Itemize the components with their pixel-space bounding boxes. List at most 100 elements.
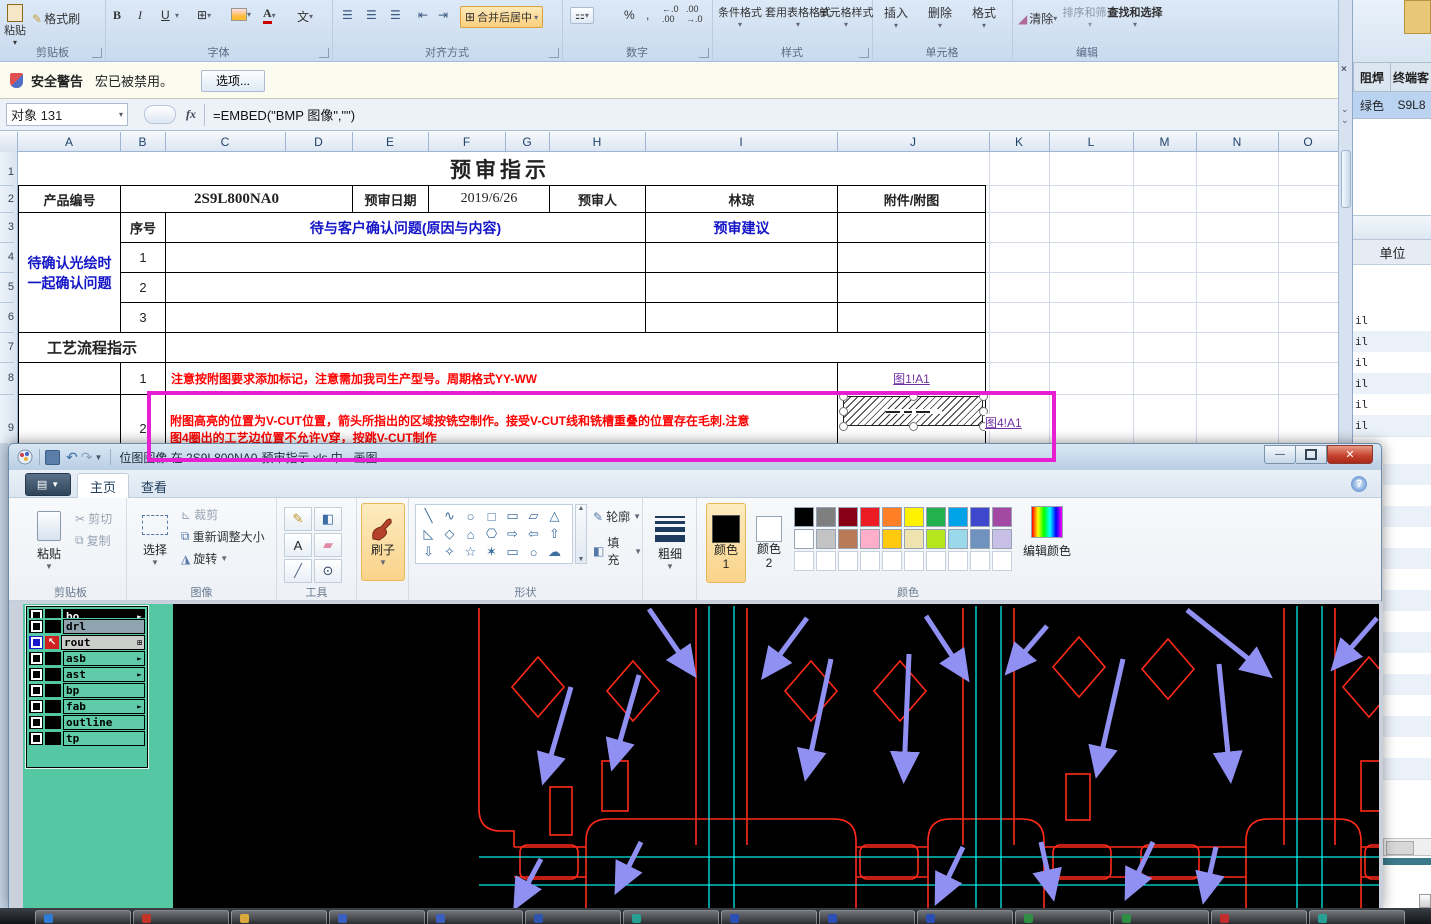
security-options-button[interactable]: 选项... (201, 69, 266, 92)
conditional-format-button[interactable]: 条件格式 ▾ (718, 4, 762, 29)
palette-empty-4[interactable] (882, 551, 902, 571)
palette-swatch-13[interactable] (860, 529, 880, 549)
close-pane-icon[interactable]: × (1341, 64, 1347, 75)
layer-label-fab[interactable]: fab ► (63, 699, 145, 714)
layer-visibility-checkbox[interactable] (29, 620, 43, 633)
question-row-2[interactable] (165, 272, 646, 303)
palette-swatch-4[interactable] (882, 507, 902, 527)
taskbar-button-6[interactable] (623, 910, 719, 924)
palette-swatch-14[interactable] (882, 529, 902, 549)
row-header-8[interactable]: 8 (0, 362, 14, 395)
underline-dropdown[interactable]: ▾ (175, 11, 179, 20)
row-header-5[interactable]: 5 (0, 272, 14, 303)
clear-button[interactable]: ◢ 清除 ▾ (1018, 10, 1057, 27)
taskbar-button-3[interactable] (329, 910, 425, 924)
close-button[interactable]: ✕ (1327, 444, 1373, 464)
layer-row-ast[interactable]: ast ► (29, 667, 145, 682)
size-button[interactable]: 粗细 ▼ (649, 506, 691, 578)
taskbar-button-8[interactable] (819, 910, 915, 924)
shape-icon-9[interactable]: ⌂ (460, 525, 481, 543)
seq-3-cell[interactable]: 3 (120, 302, 166, 333)
alignment-dialog-launcher[interactable] (549, 48, 559, 58)
palette-swatch-1[interactable] (816, 507, 836, 527)
palette-swatch-0[interactable] (794, 507, 814, 527)
bg-hscrollbar[interactable] (1383, 838, 1431, 856)
palette-swatch-19[interactable] (992, 529, 1012, 549)
reviewer-label-cell[interactable]: 预审人 (549, 185, 646, 213)
layer-row-outline[interactable]: outline (29, 715, 145, 730)
row-header-7[interactable]: 7 (0, 332, 14, 363)
text-icon[interactable]: A (284, 533, 312, 557)
format-painter-button[interactable]: ✎ 格式刷 (32, 10, 80, 27)
layer-row-fab[interactable]: fab ► (29, 699, 145, 714)
taskbar-button-9[interactable] (917, 910, 1013, 924)
palette-swatch-3[interactable] (860, 507, 880, 527)
process-label-cell[interactable]: 工艺流程指示 (18, 332, 166, 363)
redo-icon[interactable]: ↷ (81, 449, 93, 466)
color1-button[interactable]: 颜色1 (706, 503, 746, 583)
row-header-6[interactable]: 6 (0, 302, 14, 333)
layer-row-rout[interactable]: ↖ rout ⊞ (29, 635, 145, 650)
color2-button[interactable]: 颜色2 (750, 503, 788, 583)
attachment-label-cell[interactable]: 附件/附图 (837, 185, 986, 213)
palette-swatch-18[interactable] (970, 529, 990, 549)
layer-label-tp[interactable]: tp (63, 731, 145, 746)
taskbar-button-7[interactable] (721, 910, 817, 924)
palette-swatch-17[interactable] (948, 529, 968, 549)
shape-icon-19[interactable]: ○ (523, 543, 544, 561)
paint-copy-button[interactable]: ⧉ 复制 (75, 532, 111, 549)
shape-icon-4[interactable]: ▭ (502, 507, 523, 525)
palette-empty-2[interactable] (838, 551, 858, 571)
shape-icon-13[interactable]: ⇧ (544, 525, 565, 543)
shapes-gallery[interactable]: ╲ ∿ ○ □ ▭ ▱ △ ◺ ◇ ⌂ ⎔ ⇨ ⇦ ⇧ ⇩ ✧ ☆ ✶ ▭ ○ ☁ (415, 504, 573, 564)
shapes-scrollbar[interactable]: ▲ ▼ (575, 504, 587, 564)
palette-swatch-9[interactable] (992, 507, 1012, 527)
layer-label-drl[interactable]: drl (63, 619, 145, 634)
bold-button[interactable]: B (113, 8, 121, 23)
shape-icon-20[interactable]: ☁ (544, 543, 565, 561)
date-value-cell[interactable]: 2019/6/26 (428, 185, 550, 213)
palette-swatch-12[interactable] (838, 529, 858, 549)
paint-canvas-image[interactable] (173, 604, 1379, 909)
palette-empty-0[interactable] (794, 551, 814, 571)
paint-resize-button[interactable]: ⧉ 重新调整大小 (181, 528, 265, 545)
column-header-A[interactable]: A (18, 132, 121, 152)
side-note-cell[interactable]: 待确认光绘时一起确认问题 (18, 212, 121, 333)
shape-icon-0[interactable]: ╲ (418, 507, 439, 525)
row-header-2[interactable]: 2 (0, 185, 14, 213)
font-dialog-launcher[interactable] (319, 48, 329, 58)
paint-paste-button[interactable]: 粘贴 ▼ (27, 504, 71, 578)
suggestion-header-cell[interactable]: 预审建议 (645, 212, 838, 243)
vertical-scrollbar[interactable] (1341, 150, 1351, 208)
picker-icon[interactable]: ╱ (284, 559, 312, 583)
help-icon[interactable]: ? (1351, 476, 1367, 492)
taskbar-button-10[interactable] (1015, 910, 1111, 924)
layer-visibility-checkbox[interactable] (29, 609, 43, 618)
palette-empty-7[interactable] (948, 551, 968, 571)
clipboard-dialog-launcher[interactable] (92, 48, 102, 58)
palette-empty-9[interactable] (992, 551, 1012, 571)
seq-1-cell[interactable]: 1 (120, 242, 166, 273)
column-header-G[interactable]: G (505, 132, 550, 152)
taskbar-button-11[interactable] (1113, 910, 1209, 924)
formula-text[interactable]: =EMBED("BMP 图像","") (213, 105, 355, 124)
figure1-link[interactable]: 图1!A1 (893, 370, 930, 387)
shape-icon-12[interactable]: ⇦ (523, 525, 544, 543)
paint-file-button[interactable]: ▤ ▼ (25, 473, 71, 496)
font-color-icon[interactable]: A ▾ (263, 6, 276, 24)
shape-icon-16[interactable]: ☆ (460, 543, 481, 561)
shape-icon-17[interactable]: ✶ (481, 543, 502, 561)
delete-cells-button[interactable]: 删除 ▾ (928, 4, 952, 30)
palette-swatch-5[interactable] (904, 507, 924, 527)
column-header-C[interactable]: C (165, 132, 286, 152)
find-select-button[interactable]: 查找和选择 ▾ (1108, 4, 1163, 29)
name-box-dropdown-icon[interactable]: ▾ (119, 110, 123, 119)
column-header-M[interactable]: M (1133, 132, 1197, 152)
palette-swatch-16[interactable] (926, 529, 946, 549)
phonetic-icon[interactable]: 文 ▾ (297, 8, 313, 25)
minimize-button[interactable]: — (1264, 444, 1296, 464)
shape-icon-18[interactable]: ▭ (502, 543, 523, 561)
brushes-button[interactable]: 刷子 ▼ (361, 503, 405, 581)
product-label-cell[interactable]: 产品编号 (18, 185, 121, 213)
column-header-E[interactable]: E (352, 132, 429, 152)
